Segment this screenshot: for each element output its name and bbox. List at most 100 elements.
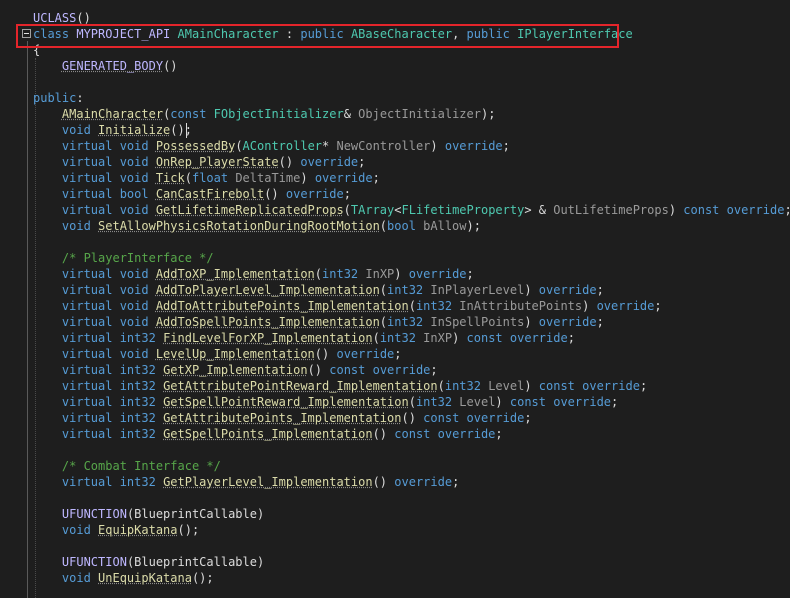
code-line[interactable]: void Initialize(); [33, 122, 192, 138]
code-token: const [170, 107, 214, 121]
code-token: ; [502, 139, 510, 153]
code-token: < [394, 203, 402, 217]
code-line[interactable]: virtual void AddToXP_Implementation(int3… [33, 266, 474, 282]
code-token: : [76, 91, 84, 105]
code-token: () [401, 411, 424, 425]
code-token: InSpellPoints [430, 315, 525, 329]
code-token: GetPlayerLevel_Implementation [163, 475, 373, 489]
code-line[interactable]: virtual void GetLifetimeReplicatedProps(… [33, 202, 790, 218]
code-token: virtual void [61, 283, 156, 297]
code-token: EquipKatana [98, 523, 178, 537]
code-token: GetLifetimeReplicatedProps [155, 203, 344, 217]
code-line[interactable]: virtual int32 FindLevelForXP_Implementat… [33, 330, 575, 346]
code-token: PossessedBy [155, 139, 236, 153]
code-token: ; [495, 427, 503, 441]
code-token: () [372, 475, 395, 489]
code-token: override [538, 283, 597, 297]
code-line[interactable]: /* PlayerInterface */ [33, 250, 214, 266]
code-line[interactable]: virtual void AddToAttributePoints_Implem… [33, 298, 662, 314]
code-token: int32 [387, 283, 431, 297]
code-token: ; [524, 411, 532, 425]
code-token: InXP [365, 267, 395, 281]
code-line[interactable]: virtual int32 GetSpellPoints_Implementat… [33, 426, 503, 442]
code-line[interactable]: AMainCharacter(const FObjectInitializer&… [33, 106, 496, 122]
code-token: (); [177, 523, 200, 537]
code-token: override [394, 475, 453, 489]
code-token: AddToXP_Implementation [155, 267, 315, 281]
code-line[interactable]: virtual bool CanCastFirebolt() override; [33, 186, 351, 202]
code-token: virtual int32 [61, 331, 164, 345]
code-token: () [314, 347, 337, 361]
code-token: Level [488, 379, 525, 393]
code-token: Level [459, 395, 496, 409]
code-line[interactable]: GENERATED_BODY() [33, 58, 178, 74]
code-line[interactable]: virtual int32 GetXP_Implementation() con… [33, 362, 438, 378]
code-token: ; [466, 267, 474, 281]
code-token: * [322, 139, 337, 153]
code-token: void [61, 123, 99, 137]
code-editor[interactable]: UCLASS() class MYPROJECT_API AMainCharact… [0, 0, 790, 598]
code-token: ( [408, 299, 416, 313]
code-token: ); [466, 219, 481, 233]
code-token: GetAttributePoints_Implementation [163, 411, 402, 425]
code-token: () [163, 59, 178, 73]
code-token: /* Combat Interface */ [61, 459, 221, 473]
text-caret [186, 123, 187, 138]
code-token: const override [423, 411, 525, 425]
code-token: bool [387, 219, 424, 233]
code-line[interactable]: virtual int32 GetAttributePoints_Impleme… [33, 410, 532, 426]
code-token: int32 [387, 315, 431, 329]
code-token: virtual void [61, 267, 156, 281]
code-line[interactable]: void SetAllowPhysicsRotationDuringRootMo… [33, 218, 481, 234]
code-token: virtual int32 [61, 379, 164, 393]
code-token: virtual void [61, 315, 156, 329]
code-token: const override [466, 331, 568, 345]
code-line[interactable]: virtual void PossessedBy(AController* Ne… [33, 138, 510, 154]
outlining-margin [27, 41, 28, 598]
code-token: ( [372, 331, 380, 345]
code-token: UFUNCTION [61, 555, 127, 569]
code-token: float [191, 171, 236, 185]
code-token: GetSpellPointReward_Implementation [163, 395, 409, 409]
code-token: Tick [155, 171, 185, 185]
code-token: () [76, 11, 91, 25]
code-token: ; [611, 395, 619, 409]
code-line[interactable]: virtual void AddToPlayerLevel_Implementa… [33, 282, 604, 298]
code-token: FObjectInitializer [213, 107, 344, 121]
code-token: ) [524, 283, 539, 297]
code-line[interactable]: virtual void AddToSpellPoints_Implementa… [33, 314, 604, 330]
code-token: ; [343, 187, 351, 201]
code-token: override [444, 139, 503, 153]
code-token: virtual void [61, 347, 156, 361]
class-declaration-highlight [16, 24, 619, 48]
code-token: const override [509, 395, 612, 409]
code-line[interactable]: virtual void LevelUp_Implementation() ov… [33, 346, 402, 362]
code-token: ; [452, 475, 460, 489]
code-line[interactable]: void EquipKatana(); [33, 522, 199, 538]
code-line[interactable]: /* Combat Interface */ [33, 458, 221, 474]
code-line[interactable]: virtual int32 GetPlayerLevel_Implementat… [33, 474, 459, 490]
code-line[interactable]: public: [33, 90, 84, 106]
code-token: CanCastFirebolt [155, 187, 265, 201]
code-token: OutLifetimeProps [553, 203, 669, 217]
code-token: AController [242, 139, 323, 153]
code-line[interactable]: virtual void Tick(float DeltaTime) overr… [33, 170, 380, 186]
code-token: AddToAttributePoints_Implementation [155, 299, 409, 313]
code-token: AddToSpellPoints_Implementation [155, 315, 380, 329]
code-line[interactable]: virtual int32 GetAttributePointReward_Im… [33, 378, 647, 394]
code-line[interactable]: UFUNCTION(BlueprintCallable) [33, 554, 264, 570]
code-line[interactable]: UFUNCTION(BlueprintCallable) [33, 506, 264, 522]
code-token: ( [314, 267, 323, 281]
code-line[interactable]: virtual void OnRep_PlayerState() overrid… [33, 154, 365, 170]
code-token: ; [567, 331, 575, 345]
code-line[interactable]: virtual int32 GetSpellPointReward_Implem… [33, 394, 618, 410]
code-line[interactable]: void UnEquipKatana(); [33, 570, 214, 586]
code-token: ; [784, 203, 790, 217]
